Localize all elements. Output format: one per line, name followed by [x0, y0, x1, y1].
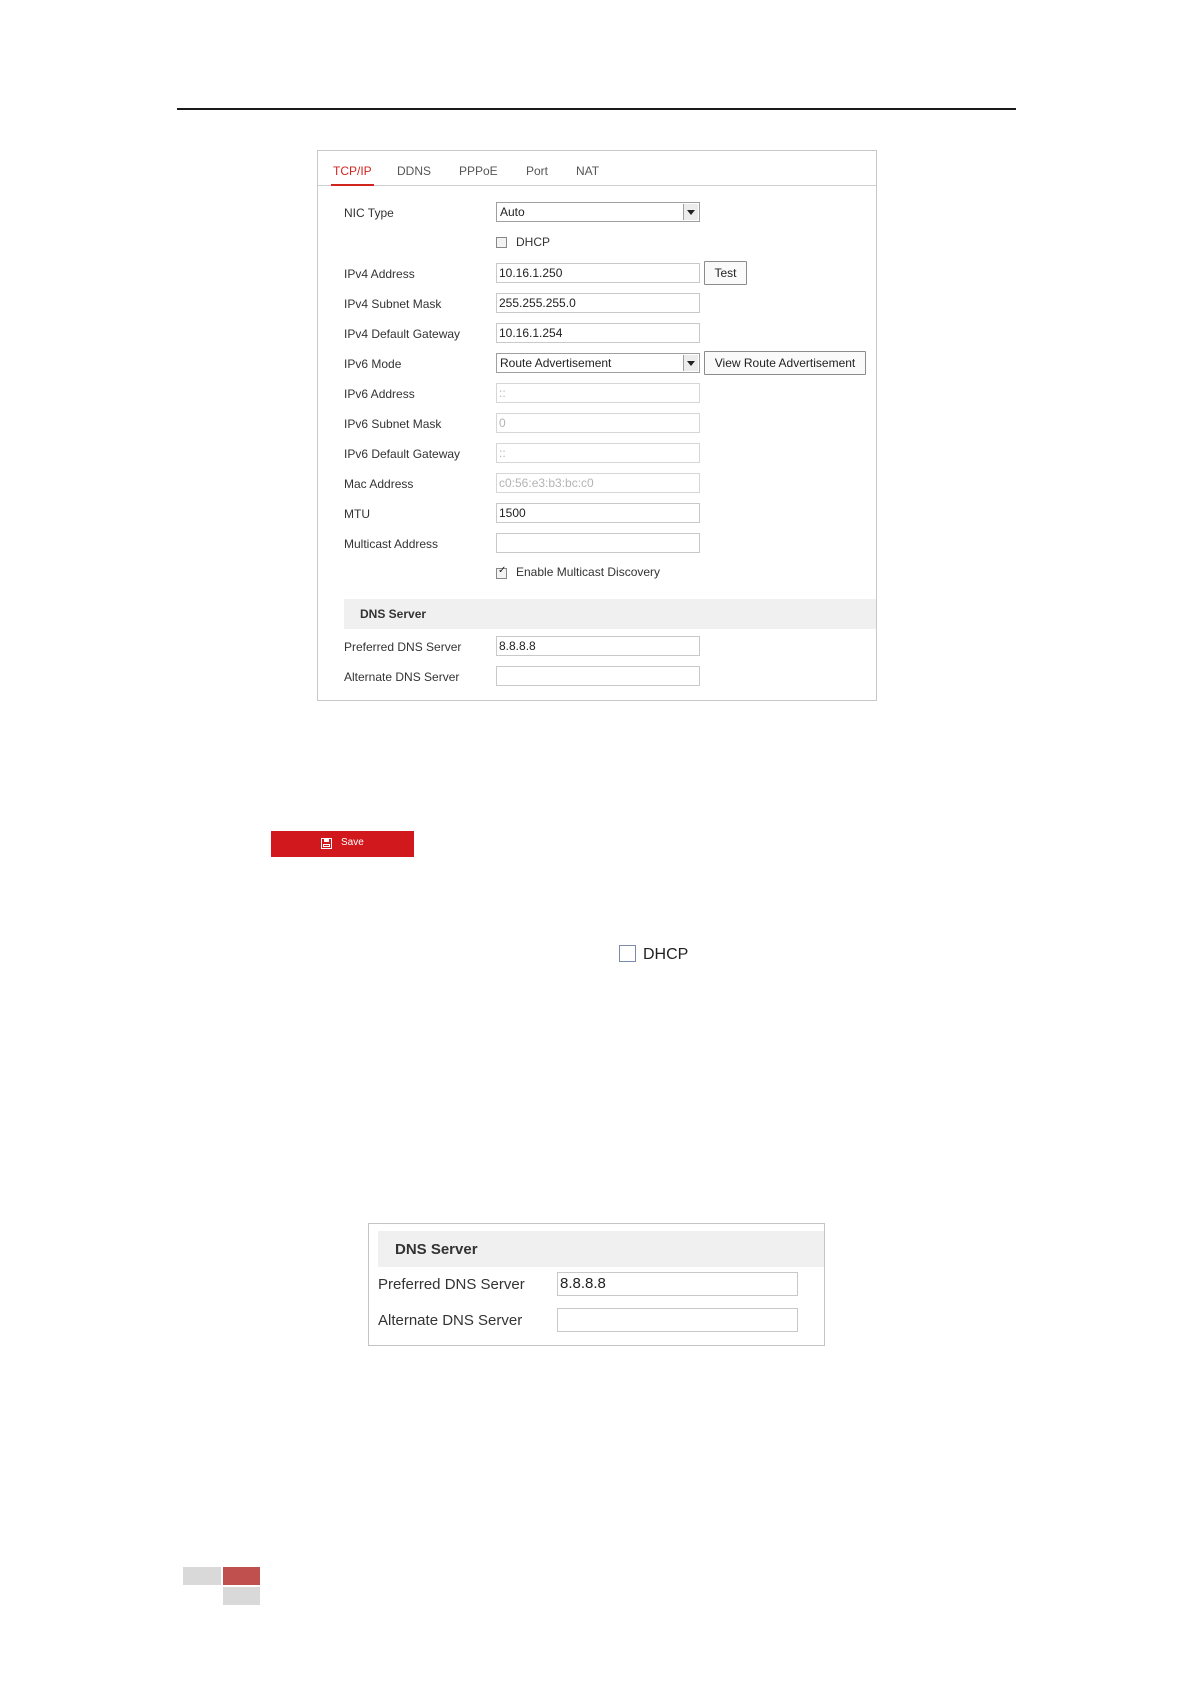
alternate-dns-input[interactable]	[496, 666, 700, 686]
nic-type-label: NIC Type	[344, 206, 394, 220]
ipv6-mode-value: Route Advertisement	[500, 356, 612, 370]
ipv6-subnet-input: 0	[496, 413, 700, 433]
preferred-dns-input[interactable]: 8.8.8.8	[557, 1272, 798, 1296]
dns-section-header: DNS Server	[344, 599, 876, 629]
footer-block-gray	[223, 1587, 260, 1605]
save-button-label: Save	[341, 837, 364, 848]
dhcp-checkbox-figure[interactable]	[619, 945, 636, 962]
tab-pppoe[interactable]: PPPoE	[459, 151, 498, 185]
floppy-disk-icon	[321, 838, 332, 849]
mac-address-input: c0:56:e3:b3:bc:c0	[496, 473, 700, 493]
tab-ddns[interactable]: DDNS	[397, 151, 431, 185]
ipv4-gateway-input[interactable]: 10.16.1.254	[496, 323, 700, 343]
multicast-discovery-label: Enable Multicast Discovery	[516, 565, 661, 579]
alternate-dns-label: Alternate DNS Server	[378, 1312, 523, 1329]
dns-section-title: DNS Server	[360, 607, 427, 621]
ipv4-subnet-label: IPv4 Subnet Mask	[344, 297, 442, 311]
ipv6-mode-label: IPv6 Mode	[344, 357, 402, 371]
ipv6-address-input: ::	[496, 383, 700, 403]
preferred-dns-label: Preferred DNS Server	[378, 1276, 525, 1293]
dhcp-figure-label: DHCP	[643, 946, 689, 963]
dns-server-title: DNS Server	[395, 1241, 478, 1258]
chevron-down-icon[interactable]	[683, 355, 698, 371]
save-button[interactable]: Save	[271, 831, 414, 857]
mac-address-label: Mac Address	[344, 477, 414, 491]
preferred-dns-input[interactable]: 8.8.8.8	[496, 636, 700, 656]
footer-block-gray	[183, 1567, 221, 1585]
mtu-label: MTU	[344, 507, 370, 521]
dns-server-header: DNS Server	[378, 1231, 824, 1267]
network-settings-panel: TCP/IP DDNS PPPoE Port NAT NIC Type Auto…	[317, 150, 877, 701]
tab-nat[interactable]: NAT	[576, 151, 599, 185]
nic-type-select[interactable]: Auto	[496, 202, 700, 222]
alternate-dns-label: Alternate DNS Server	[344, 670, 460, 684]
dhcp-label: DHCP	[516, 235, 551, 249]
multicast-address-input[interactable]	[496, 533, 700, 553]
tab-tcpip[interactable]: TCP/IP	[331, 151, 374, 186]
nic-type-value: Auto	[500, 205, 525, 219]
ipv6-gateway-input: ::	[496, 443, 700, 463]
header-rule	[177, 108, 1016, 110]
footer-block-red	[223, 1567, 260, 1585]
preferred-dns-label: Preferred DNS Server	[344, 640, 462, 654]
mtu-input[interactable]: 1500	[496, 503, 700, 523]
ipv6-mode-select[interactable]: Route Advertisement	[496, 353, 700, 373]
view-route-advertisement-button[interactable]: View Route Advertisement	[704, 351, 866, 375]
alternate-dns-input[interactable]	[557, 1308, 798, 1332]
ipv6-gateway-label: IPv6 Default Gateway	[344, 447, 461, 461]
ipv6-address-label: IPv6 Address	[344, 387, 415, 401]
chevron-down-icon[interactable]	[683, 204, 698, 220]
test-button[interactable]: Test	[704, 261, 747, 285]
ipv4-address-input[interactable]: 10.16.1.250	[496, 263, 700, 283]
tab-bar: TCP/IP DDNS PPPoE Port NAT	[318, 151, 876, 186]
dhcp-checkbox[interactable]	[496, 237, 507, 248]
multicast-discovery-checkbox[interactable]	[496, 565, 507, 579]
tab-port[interactable]: Port	[526, 151, 548, 185]
ipv6-subnet-label: IPv6 Subnet Mask	[344, 417, 442, 431]
dns-server-panel: DNS Server Preferred DNS Server 8.8.8.8 …	[368, 1223, 825, 1346]
ipv4-gateway-label: IPv4 Default Gateway	[344, 327, 461, 341]
ipv4-subnet-input[interactable]: 255.255.255.0	[496, 293, 700, 313]
multicast-address-label: Multicast Address	[344, 537, 439, 551]
ipv4-address-label: IPv4 Address	[344, 267, 415, 281]
